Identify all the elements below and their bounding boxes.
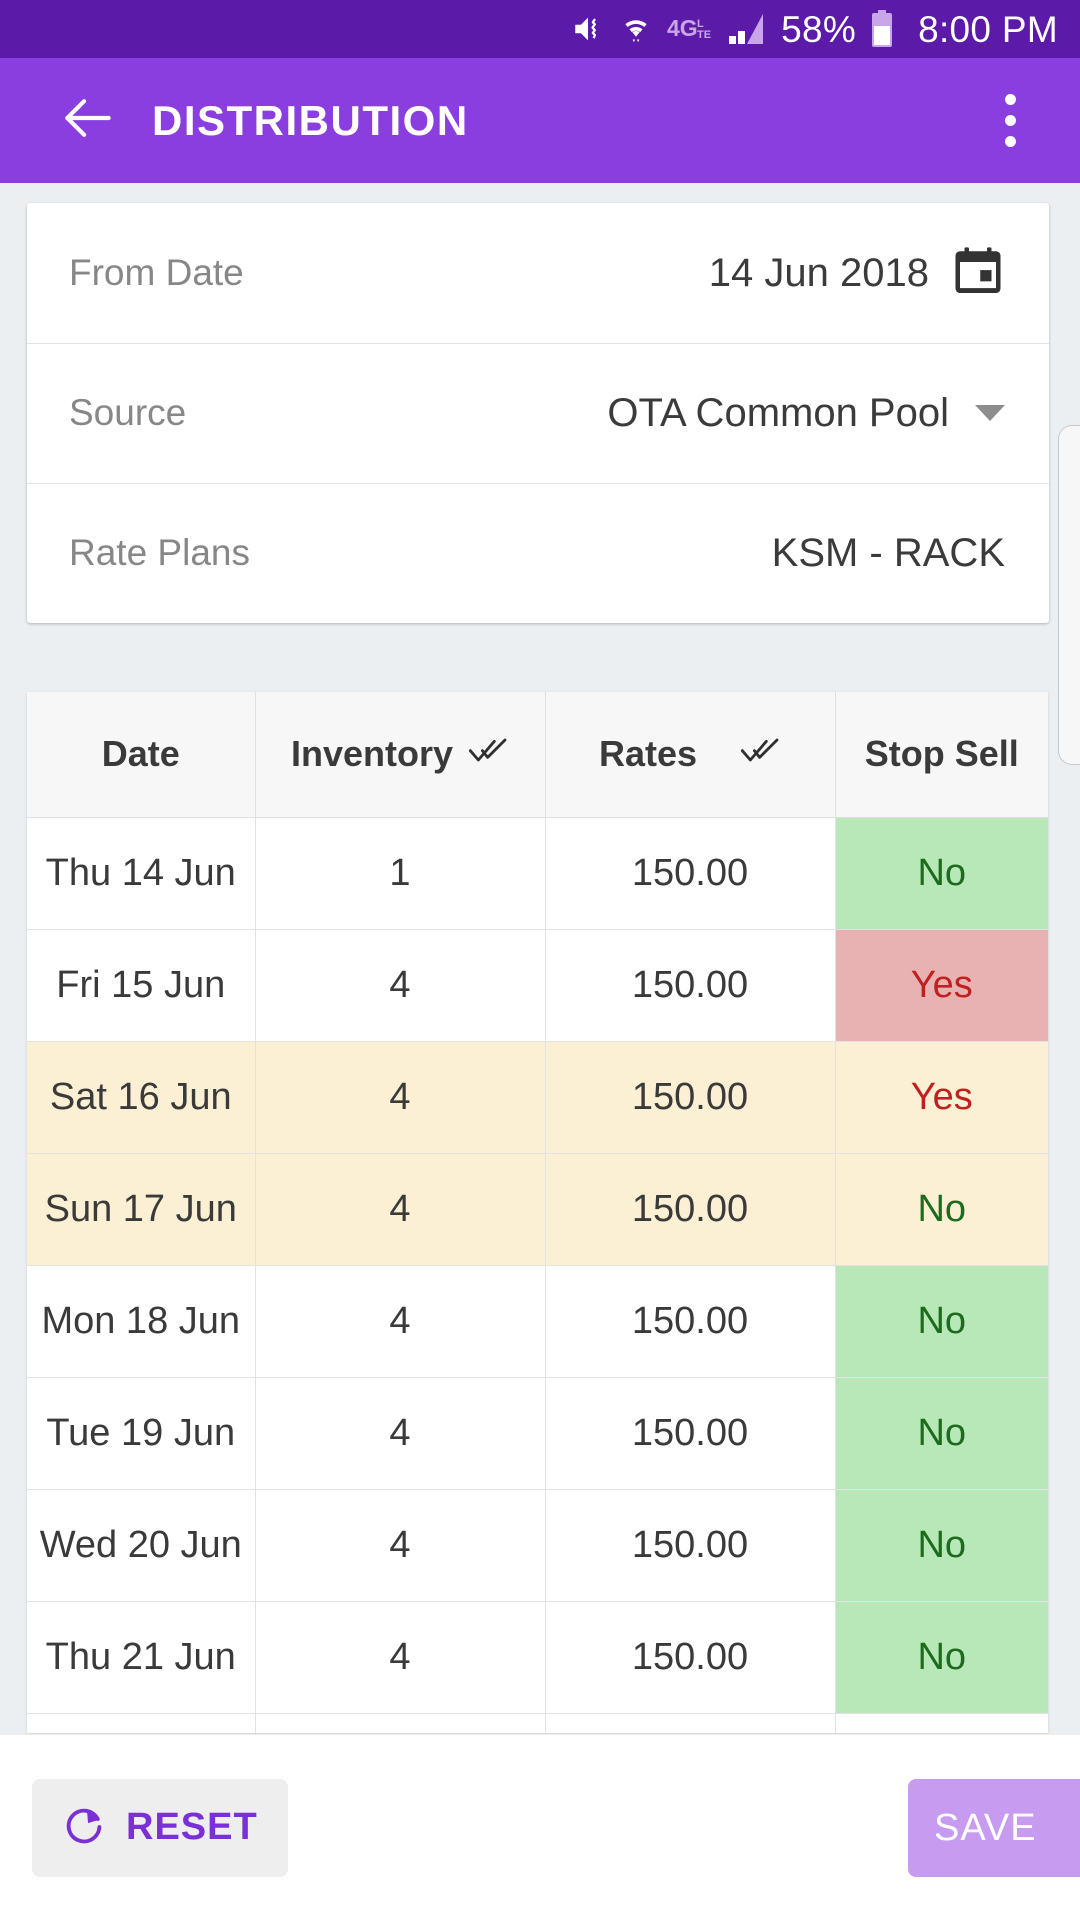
more-vert-icon (1004, 94, 1016, 105)
overflow-menu-button[interactable] (982, 81, 1038, 161)
save-button-label: SAVE (934, 1806, 1037, 1849)
cell-inventory[interactable]: 4 (255, 1377, 546, 1490)
cell-rate[interactable]: 150.00 (545, 1041, 836, 1154)
source-row[interactable]: Source OTA Common Pool (27, 343, 1049, 483)
column-header-date-label: Date (101, 733, 180, 775)
signal-bars-icon (727, 12, 765, 46)
cell-date[interactable] (27, 1713, 256, 1733)
cell-date[interactable]: Thu 21 Jun (27, 1601, 256, 1714)
app-bar: DISTRIBUTION (0, 58, 1080, 183)
from-date-value: 14 Jun 2018 (708, 250, 929, 295)
save-button[interactable]: SAVE (908, 1779, 1080, 1877)
cell-rate[interactable]: 150.00 (545, 929, 836, 1042)
column-header-date[interactable]: Date (27, 692, 256, 818)
table-row[interactable]: Mon 18 Jun 4 150.00 No (27, 1265, 1048, 1378)
more-vert-icon-dot3 (1004, 136, 1016, 147)
calendar-icon[interactable] (951, 244, 1005, 303)
cell-stop-sell[interactable]: No (835, 1377, 1048, 1490)
svg-text:TE: TE (697, 29, 711, 41)
table-row[interactable]: Thu 21 Jun 4 150.00 No (27, 1601, 1048, 1714)
cell-inventory[interactable]: 4 (255, 929, 546, 1042)
cell-stop-sell[interactable]: No (835, 1489, 1048, 1602)
table-row[interactable]: Tue 19 Jun 4 150.00 No (27, 1377, 1048, 1490)
table-row[interactable]: Wed 20 Jun 4 150.00 No (27, 1489, 1048, 1602)
cell-inventory[interactable] (255, 1713, 546, 1733)
distribution-table-scroll[interactable]: Date Inventory Rates Stop Sell Thu 14 Ju… (27, 692, 1048, 1733)
column-header-stop-sell-label: Stop Sell (864, 733, 1019, 775)
table-row[interactable]: Sat 16 Jun 4 150.00 Yes (27, 1041, 1048, 1154)
filters-card: From Date 14 Jun 2018 Source OTA Common … (27, 203, 1049, 623)
table-header-row: Date Inventory Rates Stop Sell (27, 692, 1048, 818)
cell-date[interactable]: Wed 20 Jun (27, 1489, 256, 1602)
wifi-icon (619, 12, 653, 46)
column-header-stop-sell[interactable]: Stop Sell (835, 692, 1048, 818)
cell-rate[interactable]: 150.00 (545, 1601, 836, 1714)
back-button[interactable] (40, 73, 136, 169)
clock-label: 8:00 PM (918, 8, 1058, 50)
cell-rate[interactable]: 150.00 (545, 1377, 836, 1490)
column-header-inventory-label: Inventory (290, 733, 454, 775)
double-check-icon[interactable] (468, 733, 509, 775)
cell-rate[interactable]: 150.00 (545, 1265, 836, 1378)
cell-date[interactable]: Mon 18 Jun (27, 1265, 256, 1378)
cell-stop-sell[interactable] (835, 1713, 1048, 1733)
reset-button[interactable]: RESET (32, 1778, 288, 1877)
cell-rate[interactable]: 150.00 (545, 1489, 836, 1602)
arrow-left-icon (57, 87, 119, 154)
svg-text:4G: 4G (667, 15, 698, 41)
cell-stop-sell[interactable]: No (835, 1601, 1048, 1714)
status-bar: 4G L TE 58% 8:00 PM (0, 0, 1080, 58)
battery-icon (870, 10, 894, 48)
cell-date[interactable]: Thu 14 Jun (27, 817, 256, 930)
cell-inventory[interactable]: 4 (255, 1041, 546, 1154)
cell-date[interactable]: Sun 17 Jun (27, 1153, 256, 1266)
cell-inventory[interactable]: 1 (255, 817, 546, 930)
column-header-rates-label: Rates (598, 733, 698, 775)
cell-date[interactable]: Fri 15 Jun (27, 929, 256, 1042)
column-header-inventory[interactable]: Inventory (255, 692, 546, 818)
cell-stop-sell[interactable]: Yes (835, 929, 1048, 1042)
source-label: Source (69, 392, 187, 433)
table-row[interactable]: Sun 17 Jun 4 150.00 No (27, 1153, 1048, 1266)
table-row[interactable] (27, 1713, 1048, 1733)
column-header-rates[interactable]: Rates (545, 692, 836, 818)
table-row[interactable]: Thu 14 Jun 1 150.00 No (27, 817, 1048, 930)
4glte-icon: 4G L TE (667, 14, 713, 44)
cell-stop-sell[interactable]: No (835, 817, 1048, 930)
table-row[interactable]: Fri 15 Jun 4 150.00 Yes (27, 929, 1048, 1042)
cell-stop-sell[interactable]: No (835, 1265, 1048, 1378)
rate-plans-value: KSM - RACK (771, 530, 1005, 575)
cell-rate[interactable] (545, 1713, 836, 1733)
double-check-icon-rates[interactable] (740, 733, 781, 775)
source-value: OTA Common Pool (607, 390, 949, 435)
cell-stop-sell[interactable]: Yes (835, 1041, 1048, 1154)
cell-date[interactable]: Sat 16 Jun (27, 1041, 256, 1154)
table-body: Thu 14 Jun 1 150.00 No Fri 15 Jun 4 150.00 Yes S… (27, 817, 1048, 1733)
distribution-table: Date Inventory Rates Stop Sell Thu 14 Ju… (27, 692, 1048, 1733)
cell-rate[interactable]: 150.00 (545, 1153, 836, 1266)
rate-plans-row[interactable]: Rate Plans KSM - RACK (27, 483, 1049, 623)
chevron-down-icon[interactable] (975, 405, 1005, 421)
refresh-icon (62, 1804, 106, 1851)
from-date-row[interactable]: From Date 14 Jun 2018 (27, 203, 1049, 343)
from-date-label: From Date (69, 252, 244, 293)
cell-inventory[interactable]: 4 (255, 1601, 546, 1714)
mute-vibrate-icon (571, 12, 605, 46)
cell-date[interactable]: Tue 19 Jun (27, 1377, 256, 1490)
reset-button-label: RESET (126, 1806, 258, 1848)
rate-plans-label: Rate Plans (69, 532, 250, 573)
cell-inventory[interactable]: 4 (255, 1153, 546, 1266)
cell-rate[interactable]: 150.00 (545, 817, 836, 930)
cell-stop-sell[interactable]: No (835, 1153, 1048, 1266)
bottom-action-bar: RESET SAVE (0, 1734, 1080, 1920)
cell-inventory[interactable]: 4 (255, 1265, 546, 1378)
page-title: DISTRIBUTION (152, 96, 469, 144)
offscreen-peek-card (1058, 425, 1080, 765)
cell-inventory[interactable]: 4 (255, 1489, 546, 1602)
battery-percent-label: 58% (781, 8, 857, 50)
more-vert-icon-dot2 (1004, 115, 1016, 126)
